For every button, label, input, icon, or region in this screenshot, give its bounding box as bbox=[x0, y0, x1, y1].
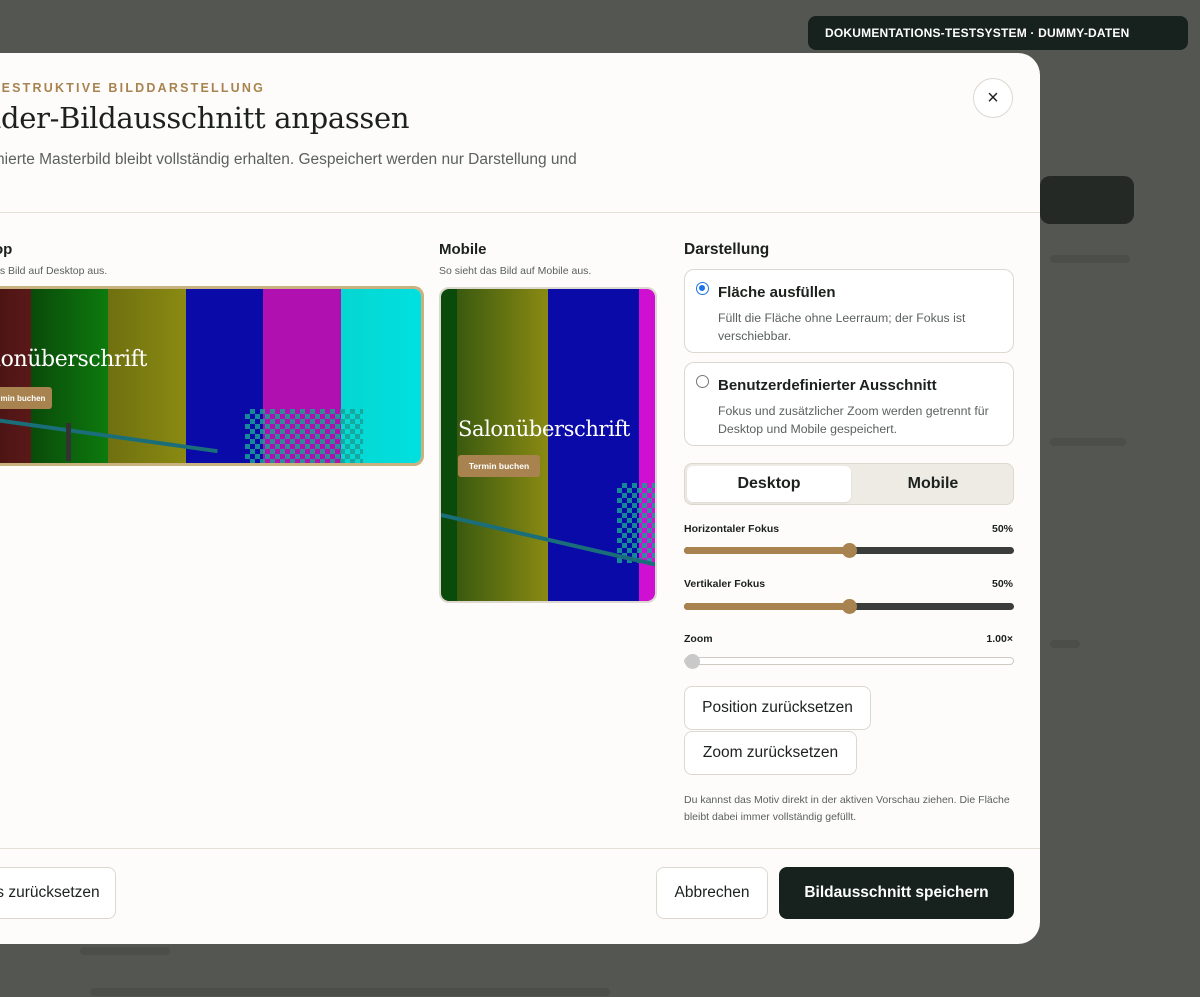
slider-fill bbox=[684, 547, 849, 554]
mobile-preview-label: Mobile bbox=[439, 241, 487, 258]
option-fill-area[interactable]: Fläche ausfüllen Füllt die Fläche ohne L… bbox=[684, 269, 1014, 353]
dialog-title: ader-Bildausschnitt anpassen bbox=[0, 101, 410, 135]
slider-thumb[interactable] bbox=[842, 543, 857, 558]
reset-position-button[interactable]: Position zurücksetzen bbox=[684, 686, 871, 730]
reset-all-button[interactable]: s zurücksetzen bbox=[0, 867, 116, 919]
preview-pattern bbox=[245, 409, 363, 463]
slider-value: 1.00× bbox=[986, 633, 1013, 645]
option-description: Füllt die Fläche ohne Leerraum; der Foku… bbox=[718, 311, 966, 343]
drag-hint: Du kannst das Motiv direkt in der aktive… bbox=[684, 794, 1010, 823]
display-section-title: Darstellung bbox=[684, 241, 770, 258]
device-toggle: Desktop Mobile bbox=[684, 463, 1014, 505]
option-custom-crop[interactable]: Benutzerdefinierter Ausschnitt Fokus und… bbox=[684, 362, 1014, 446]
close-button[interactable]: × bbox=[973, 78, 1013, 118]
environment-badge: DOKUMENTATIONS-TESTSYSTEM · DUMMY-DATEN bbox=[808, 16, 1188, 50]
mobile-preview-headline: Salonüberschrift bbox=[458, 417, 630, 441]
radio-custom-crop[interactable] bbox=[696, 375, 709, 388]
option-title: Benutzerdefinierter Ausschnitt bbox=[718, 377, 937, 394]
save-crop-button[interactable]: Bildausschnitt speichern bbox=[779, 867, 1014, 919]
radio-fill-area[interactable] bbox=[696, 282, 709, 295]
preview-mark bbox=[66, 423, 71, 461]
tab-desktop[interactable]: Desktop bbox=[687, 466, 851, 502]
dialog-subtitle: timierte Masterbild bleibt vollständig e… bbox=[0, 151, 577, 168]
slider-label: Zoom bbox=[684, 633, 713, 645]
desktop-preview-headline: lonüberschrift bbox=[0, 347, 147, 372]
close-icon: × bbox=[987, 86, 999, 109]
slider-value: 50% bbox=[991, 523, 1013, 535]
slider-value: 50% bbox=[991, 578, 1013, 590]
vertical-focus-slider[interactable] bbox=[684, 599, 1014, 614]
cancel-button[interactable]: Abbrechen bbox=[656, 867, 768, 919]
desktop-preview-cta: min buchen bbox=[0, 387, 52, 409]
preview-pattern bbox=[617, 483, 655, 563]
option-title: Fläche ausfüllen bbox=[718, 284, 836, 301]
divider bbox=[0, 212, 1040, 213]
zoom-slider[interactable] bbox=[684, 654, 1014, 669]
slider-thumb[interactable] bbox=[685, 654, 700, 669]
horizontal-focus-slider[interactable] bbox=[684, 543, 1014, 558]
slider-label: Vertikaler Fokus bbox=[684, 578, 766, 590]
tab-mobile[interactable]: Mobile bbox=[853, 466, 1013, 502]
dialog-eyebrow: -DESTRUKTIVE BILDDARSTELLUNG bbox=[0, 81, 266, 95]
mobile-preview-hint: So sieht das Bild auf Mobile aus. bbox=[439, 265, 592, 277]
slider-fill bbox=[684, 603, 849, 610]
desktop-preview-hint: as Bild auf Desktop aus. bbox=[0, 265, 108, 277]
desktop-preview-label: op bbox=[0, 241, 13, 258]
reset-zoom-button[interactable]: Zoom zurücksetzen bbox=[684, 731, 857, 775]
slider-label: Horizontaler Fokus bbox=[684, 523, 780, 535]
option-description: Fokus und zusätzlicher Zoom werden getre… bbox=[718, 404, 989, 436]
slider-thumb[interactable] bbox=[842, 599, 857, 614]
mobile-preview-cta: Termin buchen bbox=[458, 455, 540, 477]
divider bbox=[0, 848, 1040, 849]
mobile-preview[interactable]: Salonüberschrift Termin buchen bbox=[439, 287, 657, 603]
crop-dialog: -DESTRUKTIVE BILDDARSTELLUNG ader-Bildau… bbox=[0, 53, 1040, 944]
desktop-preview[interactable]: lonüberschrift min buchen bbox=[0, 286, 424, 466]
